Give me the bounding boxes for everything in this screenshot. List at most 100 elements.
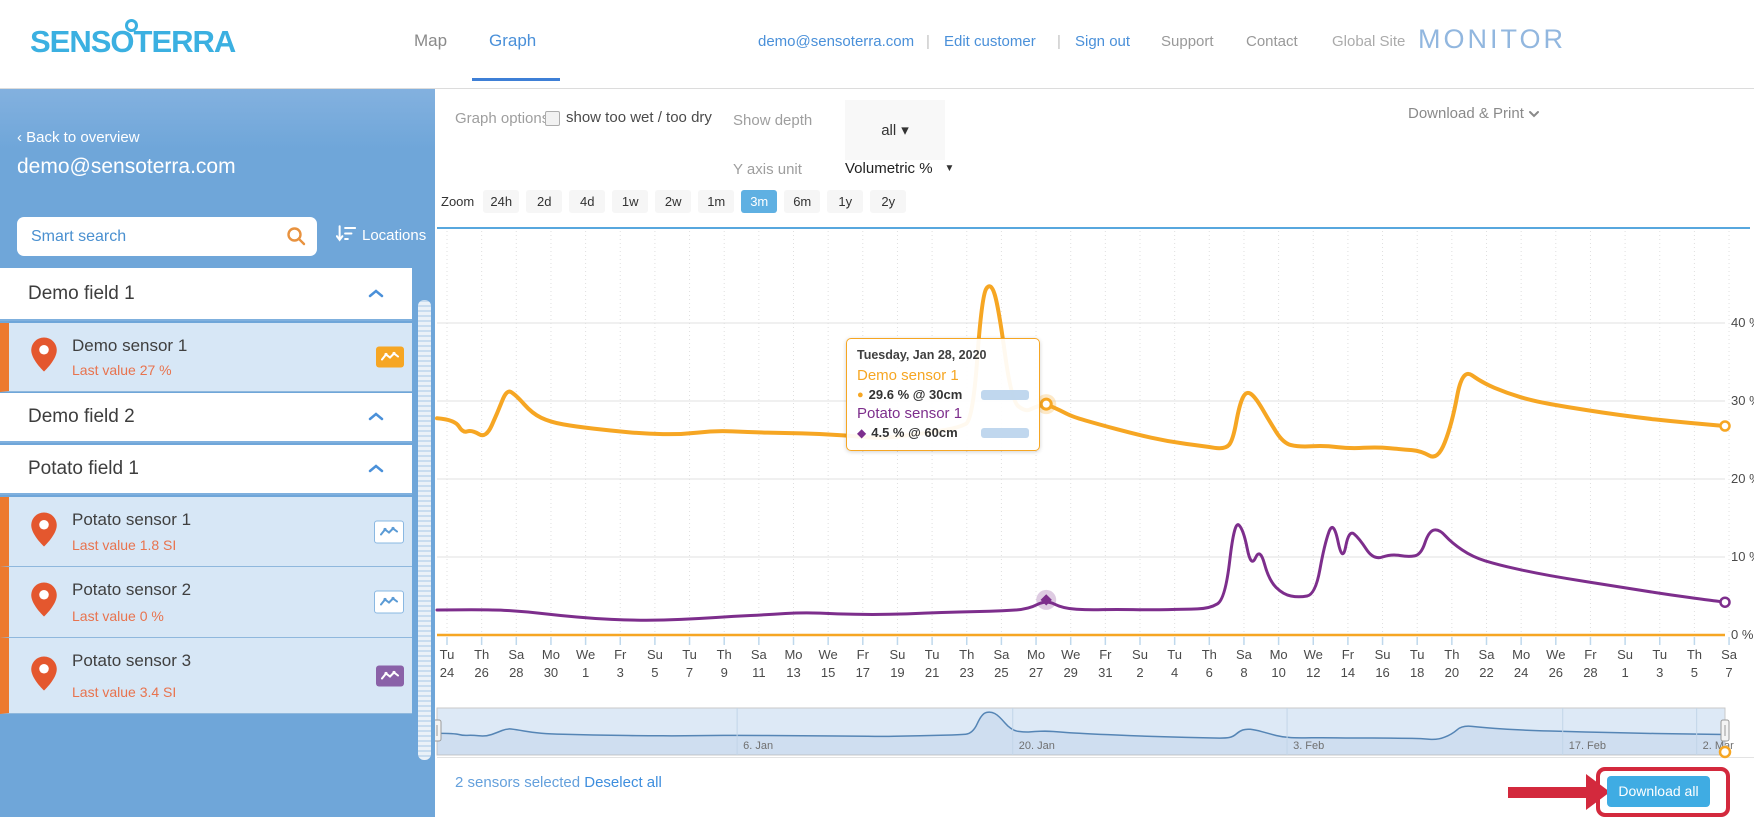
svg-text:We: We	[1061, 647, 1080, 662]
tab-graph[interactable]: Graph	[489, 31, 536, 51]
svg-text:3: 3	[617, 665, 624, 680]
sensor-name: Potato sensor 2	[72, 580, 192, 599]
svg-text:Sa: Sa	[751, 647, 768, 662]
sidebar-scrollbar[interactable]	[418, 300, 431, 760]
field-name: Demo field 2	[28, 406, 135, 427]
svg-text:12: 12	[1306, 665, 1320, 680]
svg-text:Su: Su	[1132, 647, 1148, 662]
svg-text:Su: Su	[889, 647, 905, 662]
too-wet-dry-checkbox[interactable]	[545, 111, 560, 126]
zoom-label: Zoom	[441, 194, 475, 209]
user-email-link[interactable]: demo@sensoterra.com	[758, 33, 914, 50]
svg-text:17. Feb: 17. Feb	[1569, 740, 1606, 752]
svg-text:16: 16	[1375, 665, 1389, 680]
depth-select[interactable]: all ▾	[845, 100, 945, 160]
svg-text:Fr: Fr	[857, 647, 870, 662]
sparkline-thumbnail	[981, 427, 1029, 438]
chevron-up-icon[interactable]	[368, 285, 384, 303]
account-title: demo@sensoterra.com	[17, 155, 236, 178]
svg-text:13: 13	[786, 665, 800, 680]
zoom-6m-button[interactable]: 6m	[784, 190, 821, 213]
zoom-1m-button[interactable]: 1m	[698, 190, 735, 213]
download-print-button[interactable]: Download & Print	[1408, 105, 1540, 122]
map-pin-icon	[31, 656, 57, 695]
tooltip-series-name: Potato sensor 1	[857, 405, 963, 422]
svg-text:8: 8	[1240, 665, 1247, 680]
svg-text:5: 5	[1691, 665, 1698, 680]
logo-pin-o-icon: O	[110, 24, 134, 59]
chevron-down-icon: ▾	[901, 122, 909, 139]
sensor-row-potato-sensor-1[interactable]: Potato sensor 1 Last value 1.8 SI	[0, 497, 412, 567]
sensor-row-potato-sensor-3[interactable]: Potato sensor 3 Last value 3.4 SI	[0, 638, 412, 714]
zoom-2d-button[interactable]: 2d	[526, 190, 563, 213]
zoom-24h-button[interactable]: 24h	[483, 190, 520, 213]
global-site-link[interactable]: Global Site	[1332, 33, 1405, 50]
annotation-arrow	[1508, 787, 1586, 798]
download-all-button[interactable]: Download all	[1607, 776, 1710, 807]
svg-text:0 %: 0 %	[1731, 627, 1754, 642]
show-on-graph-icon[interactable]	[374, 520, 404, 543]
sensor-row-potato-sensor-2[interactable]: Potato sensor 2 Last value 0 %	[0, 567, 412, 638]
zoom-2y-button[interactable]: 2y	[870, 190, 907, 213]
svg-text:3. Feb: 3. Feb	[1293, 740, 1324, 752]
svg-text:Fr: Fr	[1584, 647, 1597, 662]
y-axis-unit-label: Y axis unit	[733, 161, 802, 178]
tab-map[interactable]: Map	[414, 31, 447, 51]
svg-text:10 %: 10 %	[1731, 549, 1754, 564]
zoom-4d-button[interactable]: 4d	[569, 190, 606, 213]
field-row-potato-field-1[interactable]: Potato field 1	[0, 445, 412, 495]
svg-text:26: 26	[474, 665, 488, 680]
back-to-overview-link[interactable]: ‹ Back to overview	[17, 129, 140, 146]
svg-text:2: 2	[1136, 665, 1143, 680]
too-wet-dry-label[interactable]: show too wet / too dry	[566, 109, 712, 126]
sensor-row-demo-sensor-1[interactable]: Demo sensor 1 Last value 27 %	[0, 323, 412, 392]
svg-text:22: 22	[1479, 665, 1493, 680]
tooltip-series-value: 29.6 % @ 30cm	[868, 387, 963, 402]
svg-text:29: 29	[1063, 665, 1077, 680]
svg-text:2. Mar: 2. Mar	[1703, 740, 1735, 752]
search-input[interactable]	[17, 217, 317, 256]
chevron-up-icon[interactable]	[368, 408, 384, 426]
sensor-name: Potato sensor 1	[72, 510, 192, 529]
back-chevron-icon: ‹	[17, 129, 22, 146]
svg-text:Sa: Sa	[993, 647, 1010, 662]
zoom-3m-button[interactable]: 3m	[741, 190, 778, 213]
y-axis-unit-select[interactable]: Volumetric % ▼	[845, 160, 954, 177]
sign-out-link[interactable]: Sign out	[1075, 33, 1130, 50]
svg-text:14: 14	[1341, 665, 1355, 680]
series-marker-icon: ●	[857, 388, 864, 401]
svg-text:Mo: Mo	[784, 647, 802, 662]
map-pin-icon	[31, 582, 57, 622]
svg-text:21: 21	[925, 665, 939, 680]
sensor-last-value: Last value 0 %	[72, 608, 164, 624]
show-on-graph-icon[interactable]	[376, 665, 404, 686]
svg-text:4: 4	[1171, 665, 1178, 680]
field-row-demo-field-1[interactable]: Demo field 1	[0, 268, 412, 321]
active-tab-underline	[472, 78, 560, 81]
chart-tooltip: Tuesday, Jan 28, 2020 Demo sensor 1 ● 29…	[846, 338, 1040, 451]
svg-text:7: 7	[686, 665, 693, 680]
field-name: Demo field 1	[28, 282, 135, 304]
sensoterra-logo[interactable]: SENSOTERRA	[30, 24, 236, 60]
search-icon[interactable]	[286, 226, 306, 251]
chevron-up-icon[interactable]	[368, 460, 384, 478]
sort-icon	[335, 225, 357, 246]
field-row-demo-field-2[interactable]: Demo field 2	[0, 393, 412, 443]
svg-text:23: 23	[960, 665, 974, 680]
svg-text:We: We	[819, 647, 838, 662]
show-on-graph-icon[interactable]	[376, 346, 404, 368]
svg-text:3: 3	[1656, 665, 1663, 680]
support-link[interactable]: Support	[1161, 33, 1214, 50]
deselect-all-link[interactable]: Deselect all	[584, 774, 662, 791]
zoom-1w-button[interactable]: 1w	[612, 190, 649, 213]
contact-link[interactable]: Contact	[1246, 33, 1298, 50]
svg-text:27: 27	[1029, 665, 1043, 680]
sensor-last-value: Last value 3.4 SI	[72, 684, 177, 700]
edit-customer-link[interactable]: Edit customer	[944, 33, 1036, 50]
locations-sort-button[interactable]: Locations	[335, 225, 426, 246]
svg-text:Sa: Sa	[1721, 647, 1738, 662]
show-on-graph-icon[interactable]	[374, 590, 404, 614]
zoom-1y-button[interactable]: 1y	[827, 190, 864, 213]
svg-text:20 %: 20 %	[1731, 471, 1754, 486]
zoom-2w-button[interactable]: 2w	[655, 190, 692, 213]
